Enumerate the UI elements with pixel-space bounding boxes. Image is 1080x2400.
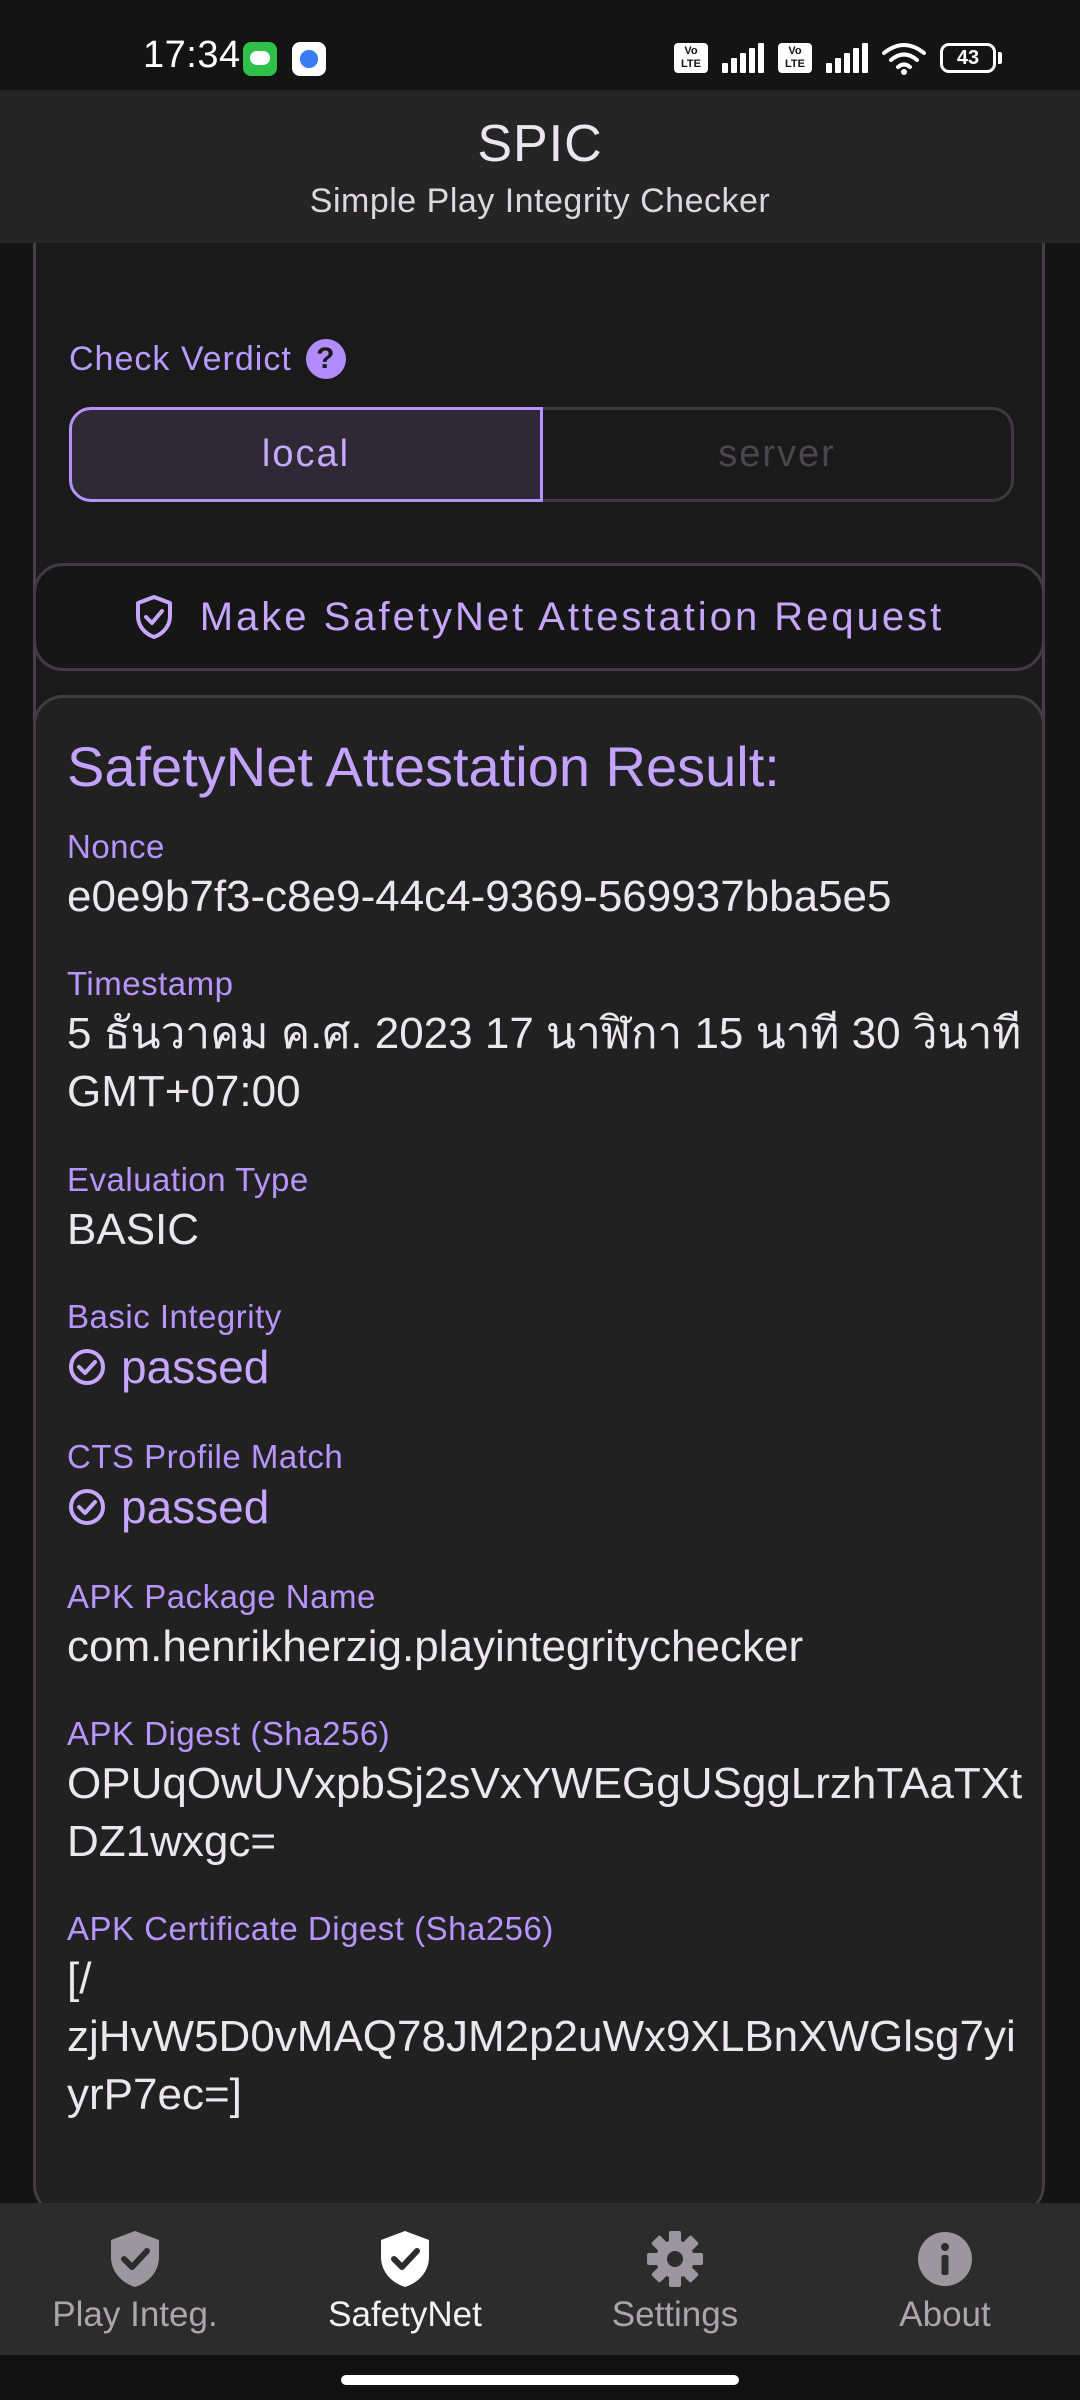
help-icon[interactable]: ? <box>305 339 346 379</box>
home-indicator[interactable] <box>341 2375 739 2385</box>
apk-digest-value: OPUqOwUVxpbSj2sVxYWEGgUSggLrzhTAaTXtDZ1w… <box>67 1759 1023 1866</box>
nonce-label: Nonce <box>67 828 165 865</box>
verdict-toggle-local[interactable]: local <box>69 407 543 502</box>
nav-settings-label: Settings <box>611 2295 739 2334</box>
shield-check-icon <box>135 595 172 639</box>
package-name-value: com.henrikherzig.playintegritychecker <box>67 1622 804 1671</box>
content-scroll[interactable]: local server Check Verdict ? local serve… <box>0 243 1080 2203</box>
signal-icon-2 <box>826 43 868 73</box>
check-circle-icon <box>69 1489 105 1525</box>
battery-icon: 43 <box>940 43 1002 73</box>
nav-safetynet-label: SafetyNet <box>328 2295 482 2334</box>
basic-integrity-value: passed <box>121 1341 270 1393</box>
make-request-button[interactable]: Make SafetyNet Attestation Request <box>33 563 1045 671</box>
signal-icon <box>722 43 764 73</box>
basic-integrity-label: Basic Integrity <box>67 1298 282 1335</box>
basic-integrity-field: Basic Integrity passed <box>67 1298 1027 1394</box>
volte-icon: Vo LTE <box>674 43 708 73</box>
nav-play-integrity-label: Play Integ. <box>52 2295 218 2334</box>
cts-profile-field: CTS Profile Match passed <box>67 1438 1027 1534</box>
package-name-field: APK Package Name com.henrikherzig.playin… <box>67 1578 1027 1676</box>
status-icons: Vo LTE Vo LTE 43 <box>674 38 1002 78</box>
nav-safetynet[interactable]: SafetyNet <box>270 2203 540 2355</box>
cts-profile-value: passed <box>121 1481 270 1533</box>
nav-about-label: About <box>899 2295 991 2334</box>
evaluation-type-field: Evaluation Type BASIC <box>67 1161 1027 1259</box>
timestamp-field: Timestamp 5 ธันวาคม ค.ศ. 2023 17 นาฬิกา … <box>67 965 1027 1121</box>
gear-icon <box>647 2231 703 2287</box>
cert-digest-value: [/ zjHvW5D0vMAQ78JM2p2uWx9XLBnXWGlsg7yiy… <box>67 1954 1016 2119</box>
line-app-icon <box>243 42 277 76</box>
bottom-navigation: Play Integ. SafetyNet Settings About <box>0 2203 1080 2355</box>
nav-settings[interactable]: Settings <box>540 2203 810 2355</box>
cts-profile-label: CTS Profile Match <box>67 1438 344 1475</box>
package-name-label: APK Package Name <box>67 1578 376 1615</box>
info-icon <box>918 2232 972 2286</box>
check-verdict-label: Check Verdict ? <box>69 339 346 379</box>
cert-digest-label: APK Certificate Digest (Sha256) <box>67 1910 554 1947</box>
volte-icon-2: Vo LTE <box>778 43 812 73</box>
timestamp-value: 5 ธันวาคม ค.ศ. 2023 17 นาฬิกา 15 นาที 30… <box>67 1009 1022 1116</box>
shield-check-icon <box>381 2231 429 2287</box>
nonce-value: e0e9b7f3-c8e9-44c4-9369-569937bba5e5 <box>67 872 892 921</box>
app-title: SPIC <box>477 115 603 173</box>
check-verdict-text: Check Verdict <box>69 339 292 378</box>
result-card: SafetyNet Attestation Result: Nonce e0e9… <box>33 695 1045 2203</box>
status-time: 17:34 <box>143 34 241 76</box>
status-bar: 17:34 Vo LTE Vo LTE 43 <box>0 0 1080 90</box>
check-circle-icon <box>69 1349 105 1385</box>
cts-profile-status: passed <box>67 1480 1027 1534</box>
apk-digest-field: APK Digest (Sha256) OPUqOwUVxpbSj2sVxYWE… <box>67 1715 1027 1871</box>
result-title: SafetyNet Attestation Result: <box>67 735 780 798</box>
battery-level: 43 <box>940 43 996 73</box>
options-card: local server Check Verdict ? local serve… <box>33 243 1045 773</box>
timestamp-label: Timestamp <box>67 965 234 1002</box>
verdict-toggle-server[interactable]: server <box>543 407 1014 502</box>
nav-play-integrity[interactable]: Play Integ. <box>0 2203 270 2355</box>
wifi-icon <box>882 43 926 75</box>
check-verdict-toggle: local server <box>69 407 1014 502</box>
basic-integrity-status: passed <box>67 1340 1027 1394</box>
shield-check-outline-icon <box>111 2231 159 2287</box>
app-subtitle: Simple Play Integrity Checker <box>309 182 771 220</box>
evaluation-type-value: BASIC <box>67 1205 200 1254</box>
nonce-field: Nonce e0e9b7f3-c8e9-44c4-9369-569937bba5… <box>67 828 1027 926</box>
apk-digest-label: APK Digest (Sha256) <box>67 1715 391 1752</box>
settings-app-icon <box>292 42 326 76</box>
app-bar: SPIC Simple Play Integrity Checker <box>0 90 1080 243</box>
make-request-label: Make SafetyNet Attestation Request <box>199 594 945 639</box>
cert-digest-field: APK Certificate Digest (Sha256) [/ zjHvW… <box>67 1910 1027 2124</box>
evaluation-type-label: Evaluation Type <box>67 1161 309 1198</box>
nav-about[interactable]: About <box>810 2203 1080 2355</box>
